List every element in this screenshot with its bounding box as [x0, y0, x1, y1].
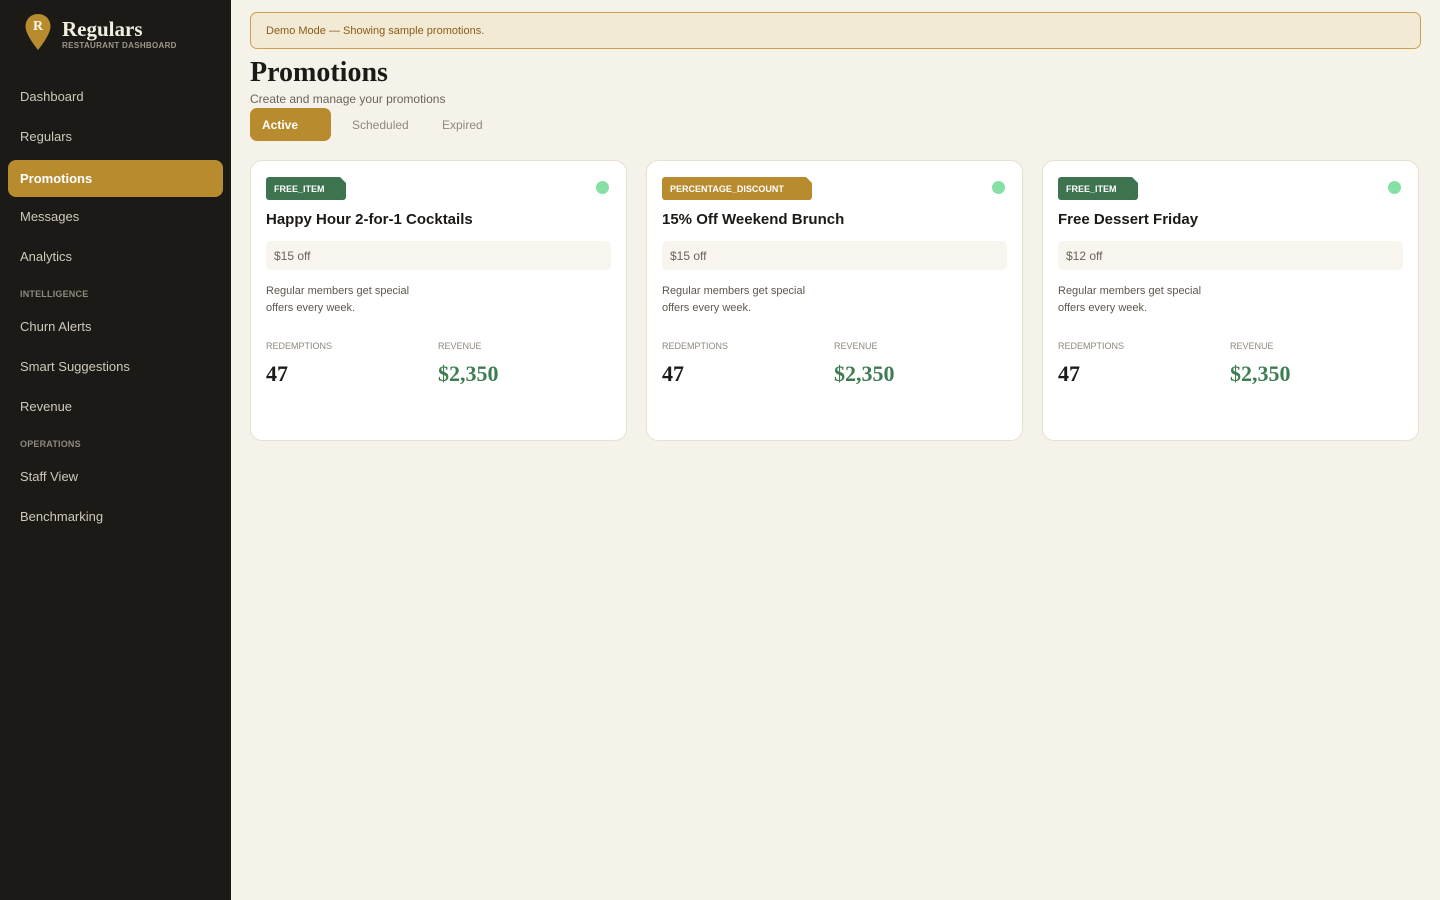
sidebar-item-churn-alerts[interactable]: Churn Alerts	[8, 308, 223, 345]
active-status-dot	[1388, 181, 1401, 194]
promotion-card[interactable]: FREE_ITEM Free Dessert Friday $12 off Re…	[1042, 160, 1419, 441]
revenue-label: REVENUE	[834, 341, 878, 351]
sidebar-item-revenue[interactable]: Revenue	[8, 388, 223, 425]
map-pin-logo-icon: R	[24, 13, 52, 51]
promotion-description: Regular members get special offers every…	[266, 285, 410, 314]
sidebar-item-benchmarking[interactable]: Benchmarking	[8, 498, 223, 535]
promotion-type-badge: FREE_ITEM	[1058, 177, 1138, 200]
promotion-title: Happy Hour 2-for-1 Cocktails	[266, 211, 473, 228]
revenue-label: REVENUE	[1230, 341, 1274, 351]
redemptions-label: REDEMPTIONS	[1058, 341, 1125, 351]
redemptions-label: REDEMPTIONS	[662, 341, 729, 351]
promotion-type-badge: PERCENTAGE_DISCOUNT	[662, 177, 812, 200]
page-title: Promotions	[250, 57, 388, 88]
sidebar-item-smart-suggestions[interactable]: Smart Suggestions	[8, 348, 223, 385]
revenue-value: $2,350	[438, 361, 499, 386]
sidebar-item-regulars[interactable]: Regulars	[8, 118, 223, 155]
sidebar-item-analytics[interactable]: Analytics	[8, 238, 223, 275]
sidebar-item-messages[interactable]: Messages	[8, 198, 223, 235]
revenue-label: REVENUE	[438, 341, 482, 351]
promotion-card[interactable]: PERCENTAGE_DISCOUNT 15% Off Weekend Brun…	[646, 160, 1023, 441]
section-label-intelligence: INTELLIGENCE	[20, 289, 89, 299]
tab-scheduled[interactable]: Scheduled	[352, 108, 409, 141]
brand-subtitle: RESTAURANT DASHBOARD	[62, 41, 177, 50]
active-status-dot	[992, 181, 1005, 194]
offer-value: $15 off	[662, 241, 1007, 270]
demo-mode-banner: Demo Mode — Showing sample promotions.	[250, 12, 1421, 49]
tab-active[interactable]: Active	[250, 108, 331, 141]
promotion-title: Free Dessert Friday	[1058, 211, 1199, 228]
revenue-value: $2,350	[1230, 361, 1291, 386]
promotion-title: 15% Off Weekend Brunch	[662, 211, 845, 228]
section-label-operations: OPERATIONS	[20, 439, 81, 449]
brand-name: Regulars	[62, 17, 143, 41]
redemptions-label: REDEMPTIONS	[266, 341, 333, 351]
redemptions-value: 47	[1058, 361, 1080, 386]
offer-value: $12 off	[1058, 241, 1403, 270]
offer-value: $15 off	[266, 241, 611, 270]
active-status-dot	[596, 181, 609, 194]
sidebar-item-promotions[interactable]: Promotions	[8, 160, 223, 197]
tab-expired[interactable]: Expired	[442, 108, 483, 141]
promotion-card[interactable]: FREE_ITEM Happy Hour 2-for-1 Cocktails $…	[250, 160, 627, 441]
page-subtitle: Create and manage your promotions	[250, 92, 446, 106]
sidebar: R Regulars RESTAURANT DASHBOARD Dashboar…	[0, 0, 231, 900]
sidebar-item-dashboard[interactable]: Dashboard	[8, 78, 223, 115]
redemptions-value: 47	[662, 361, 684, 386]
promotion-type-badge: FREE_ITEM	[266, 177, 346, 200]
promotion-description: Regular members get special offers every…	[1058, 285, 1202, 314]
brand-logo[interactable]: R Regulars RESTAURANT DASHBOARD	[24, 13, 177, 51]
revenue-value: $2,350	[834, 361, 895, 386]
redemptions-value: 47	[266, 361, 288, 386]
sidebar-item-staff-view[interactable]: Staff View	[8, 458, 223, 495]
brand-initial: R	[33, 19, 44, 34]
promotion-description: Regular members get special offers every…	[662, 285, 806, 314]
